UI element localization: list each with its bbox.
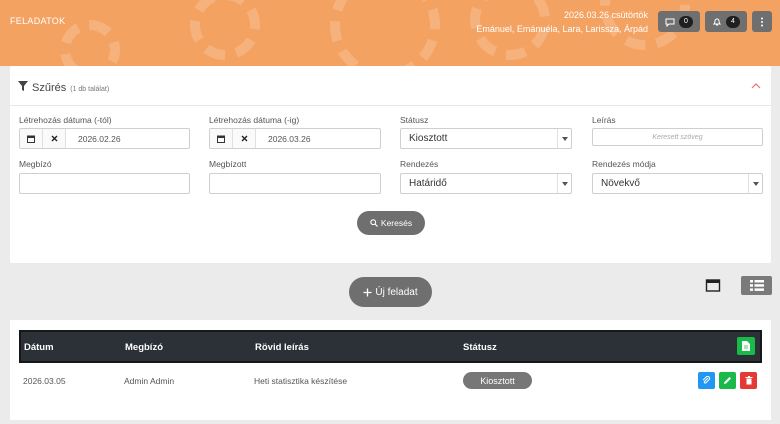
client-input[interactable] [19,173,190,194]
created-from-value: 2026.02.26 [78,133,121,144]
clear-button[interactable] [43,129,66,148]
more-vertical-icon [761,17,763,26]
sort-mode-label: Rendezés módja [592,159,656,169]
search-button-label: Keresés [380,218,413,228]
current-date: 2026.03.26 csütörtök [563,10,648,20]
clear-icon [51,135,57,142]
list-view-button[interactable] [741,276,772,295]
calendar-button[interactable] [20,129,43,148]
paperclip-icon [702,376,711,384]
column-header-client[interactable]: Megbízó [125,342,163,353]
pencil-icon [724,377,731,384]
clear-button[interactable] [233,129,256,148]
page-title: FELADATOK [10,16,66,26]
filter-header[interactable]: Szűrés (1 db találat) [18,81,109,94]
edit-button[interactable] [719,372,736,389]
sort-mode-select-value: Növekvő [601,178,640,189]
status-select-value: Kiosztott [409,133,448,144]
list-view-icon [749,280,764,291]
created-to-label: Létrehozás dátuma (-ig) [209,115,300,125]
column-header-summary[interactable]: Rövid leírás [255,342,309,353]
bell-icon [712,18,722,25]
attachment-button[interactable] [698,372,715,389]
row-summary: Heti statisztika készítése [254,376,348,386]
row-date: 2026.03.05 [23,376,66,386]
more-button[interactable] [752,11,772,32]
created-to-value: 2026.03.26 [268,133,311,144]
calendar-button[interactable] [210,129,233,148]
clear-icon [241,135,247,142]
filter-icon [18,81,28,91]
status-badge: Kiosztott [463,372,532,389]
calendar-icon [27,135,35,143]
description-label: Leírás [592,115,616,125]
app-header: FELADATOK 2026.03.26 csütörtök Emánuel, … [0,0,780,66]
filter-divider [10,105,771,106]
status-label: Státusz [400,115,429,125]
notifications-count-badge: 4 [726,15,740,28]
created-to-field[interactable]: 2026.03.26 [209,128,381,149]
description-placeholder: Keresett szöveg [652,133,703,141]
decor-gear [330,0,440,66]
caret-down-icon [561,181,568,186]
client-label: Megbízó [19,159,52,169]
export-icon [742,341,750,351]
sort-select-value: Határidő [409,178,447,189]
card-view-icon[interactable] [705,278,721,294]
tasks-table: Dátum Megbízó Rövid leírás Státusz 2026.… [10,320,771,420]
filter-title: Szűrés [32,82,67,94]
assignee-label: Megbízott [209,159,247,169]
assignee-input[interactable] [209,173,381,194]
sort-mode-select[interactable]: Növekvő [592,173,763,194]
status-select[interactable]: Kiosztott [400,128,572,149]
sort-select[interactable]: Határidő [400,173,572,194]
chat-icon [665,18,675,27]
sort-label: Rendezés [400,159,439,169]
new-task-button[interactable]: Új feladat [349,277,432,307]
caret-down-icon [752,181,759,186]
search-icon [370,219,378,227]
sort-mode-select-arrow [748,174,762,193]
new-task-label: Új feladat [375,286,418,298]
decor-gear [190,0,260,60]
table-header: Dátum Megbízó Rövid leírás Státusz [19,330,762,363]
caret-down-icon [561,136,568,141]
filter-result-count: (1 db találat) [70,86,110,93]
online-users: Emánuel, Emánuéla, Lara, Larissza, Árpád [476,24,648,34]
messages-button[interactable]: 0 [658,11,700,32]
created-from-label: Létrehozás dátuma (-tól) [19,115,112,125]
column-header-status[interactable]: Státusz [463,342,497,353]
notifications-button[interactable]: 4 [705,11,747,32]
sort-select-arrow [557,174,571,193]
plus-icon [363,288,372,296]
created-from-field[interactable]: 2026.02.26 [19,128,190,149]
status-select-arrow [557,129,571,148]
description-input[interactable]: Keresett szöveg [592,128,763,146]
messages-count-badge: 0 [679,15,693,28]
decor-gear [60,20,120,66]
export-button[interactable] [737,337,755,355]
row-client: Admin Admin [124,376,175,386]
delete-button[interactable] [740,372,757,389]
search-button[interactable]: Keresés [357,211,425,235]
chevron-up-icon[interactable] [751,83,761,89]
calendar-icon [217,135,225,143]
trash-icon [745,376,752,385]
column-header-date[interactable]: Dátum [24,342,54,353]
